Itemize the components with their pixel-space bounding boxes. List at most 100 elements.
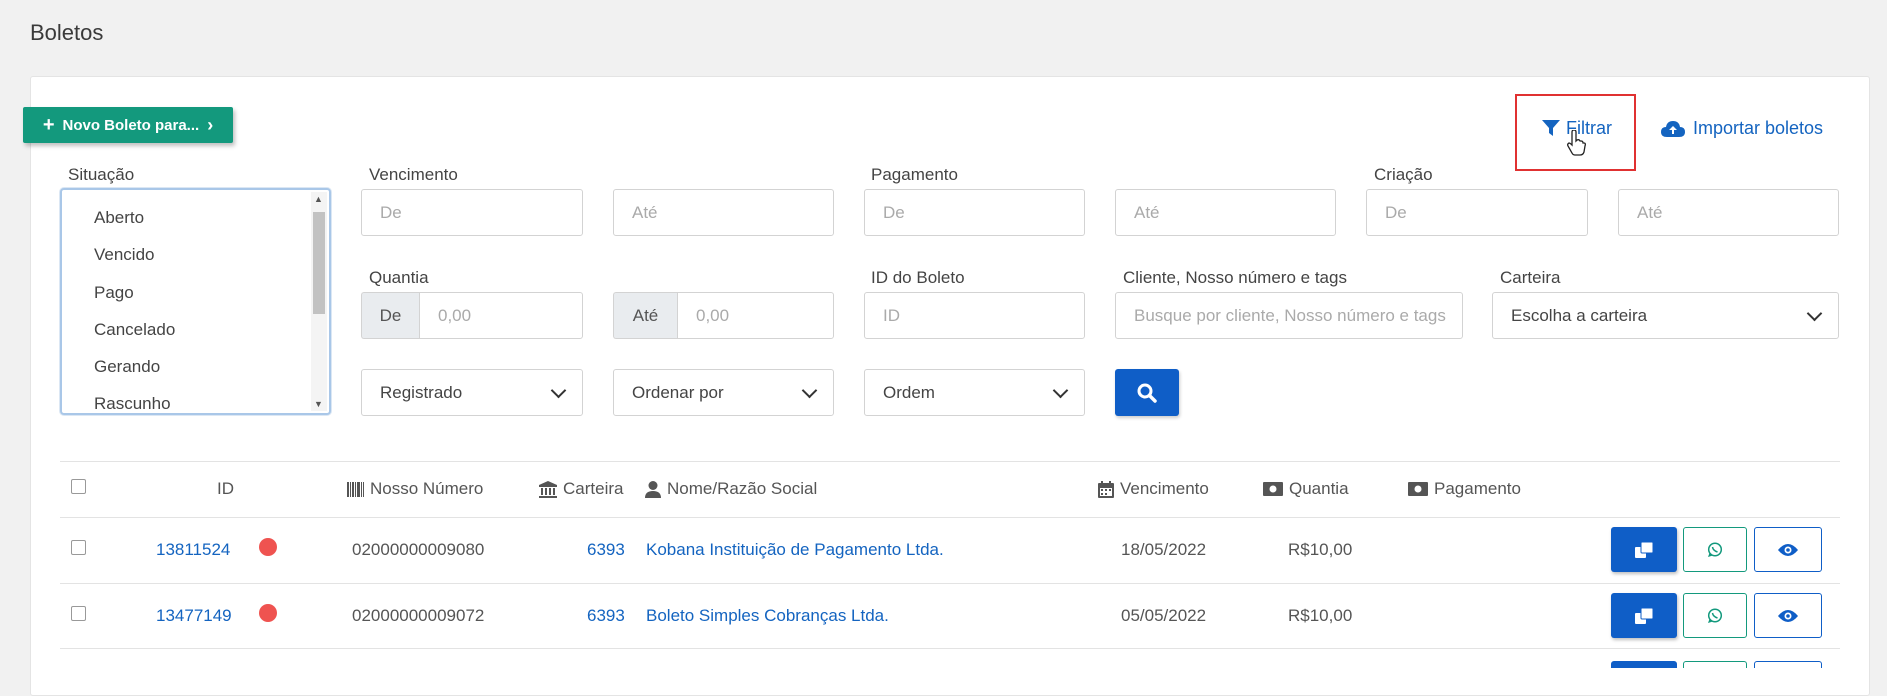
scroll-down-icon[interactable]: ▼ [314,399,323,409]
row-vencimento: 05/05/2022 [1121,606,1207,625]
whatsapp-button[interactable] [1683,527,1747,572]
view-button[interactable] [1754,661,1822,668]
header-pagamento[interactable]: Pagamento [1408,479,1521,499]
copy-button[interactable] [1611,593,1677,638]
header-vencimento[interactable]: Vencimento [1098,479,1209,499]
row-nosso-numero: 02000000009080 [352,540,485,559]
registrado-select-value: Registrado [380,382,463,402]
header-nome-label: Nome/Razão Social [667,479,818,498]
row-nome-link[interactable]: Boleto Simples Cobranças Ltda. [646,606,889,626]
pagamento-from-input[interactable]: De [864,189,1085,236]
row-carteira-link[interactable]: 6393 [587,540,625,560]
quantia-to-addon: Até [613,292,677,339]
header-nosso-numero[interactable]: Nosso Número [347,479,483,499]
carteira-label: Carteira [1500,268,1561,287]
row-divider [60,648,1840,649]
row-checkbox[interactable] [71,606,86,621]
scroll-up-icon[interactable]: ▲ [314,194,323,204]
eye-icon [1778,609,1798,622]
situacao-listbox[interactable]: Aberto Vencido Pago Cancelado Gerando Ra… [60,188,331,415]
ordenar-por-select[interactable]: Ordenar por [613,369,834,416]
new-boleto-button[interactable]: + Novo Boleto para... › [23,107,233,143]
header-carteira-label: Carteira [563,479,624,498]
plus-icon: + [42,114,55,136]
search-button[interactable] [1115,369,1179,416]
user-icon [645,480,661,498]
id-boleto-input[interactable]: ID [864,292,1085,339]
header-nome[interactable]: Nome/Razão Social [645,479,817,499]
row-id-link[interactable]: 13477149 [156,606,232,626]
cliente-search-input[interactable]: Busque por cliente, Nosso número e tags [1115,292,1463,339]
quantia-from-group: De 0,00 [361,292,583,339]
vencimento-label: Vencimento [369,165,458,184]
header-vencimento-label: Vencimento [1120,479,1209,498]
pagamento-to-input[interactable]: Até [1115,189,1336,236]
eye-icon [1778,543,1798,556]
chevron-right-icon: › [207,115,214,135]
whatsapp-button[interactable] [1683,661,1747,668]
quantia-label: Quantia [369,268,429,287]
whatsapp-button[interactable] [1683,593,1747,638]
header-nosso-numero-label: Nosso Número [370,479,484,498]
vencimento-from-input[interactable]: De [361,189,583,236]
scrollbar-thumb[interactable] [313,212,325,314]
carteira-select[interactable]: Escolha a carteira [1492,292,1839,339]
situacao-option[interactable]: Gerando [94,357,160,377]
search-icon [1137,383,1157,403]
import-label: Importar boletos [1693,118,1824,138]
copy-icon [1635,541,1653,558]
situacao-option[interactable]: Cancelado [94,320,175,340]
header-divider [60,517,1840,518]
copy-button[interactable] [1611,527,1677,572]
row-checkbox[interactable] [71,540,86,555]
situacao-label: Situação [68,165,135,184]
calendar-icon [1098,480,1114,498]
whatsapp-icon [1707,607,1723,623]
funnel-icon [1542,120,1560,136]
registrado-select[interactable]: Registrado [361,369,583,416]
listbox-scrollbar[interactable]: ▲ ▼ [311,192,327,411]
criacao-from-input[interactable]: De [1366,189,1588,236]
quantia-from-input[interactable]: 0,00 [419,292,583,339]
quantia-to-input[interactable]: 0,00 [677,292,834,339]
new-boleto-label: Novo Boleto para... [62,116,200,134]
row-nome-link[interactable]: Kobana Instituição de Pagamento Ltda. [646,540,944,560]
situacao-option[interactable]: Aberto [94,208,144,228]
hand-cursor-icon [1567,130,1586,156]
situacao-option[interactable]: Pago [94,283,134,303]
header-quantia[interactable]: Quantia [1263,479,1349,499]
ordem-select[interactable]: Ordem [864,369,1085,416]
row-quantia: R$10,00 [1288,540,1353,559]
header-id[interactable]: ID [217,479,234,499]
criacao-to-input[interactable]: Até [1618,189,1839,236]
view-button[interactable] [1754,527,1822,572]
row-nosso-numero: 02000000009072 [352,606,485,625]
situacao-option[interactable]: Vencido [94,245,155,265]
cliente-label: Cliente, Nosso número e tags [1123,268,1347,287]
vencimento-to-input[interactable]: Até [613,189,834,236]
import-boletos-button[interactable]: Importar boletos [1661,118,1823,139]
money-icon [1263,482,1283,496]
criacao-label: Criação [1374,165,1433,184]
row-carteira-link[interactable]: 6393 [587,606,625,626]
header-pagamento-label: Pagamento [1434,479,1521,498]
page-title: Boletos [30,20,104,45]
quantia-to-group: Até 0,00 [613,292,834,339]
cloud-upload-icon [1661,120,1685,137]
copy-button[interactable] [1611,661,1677,668]
row-id-link[interactable]: 13811524 [156,540,230,560]
chevron-down-icon [801,382,818,398]
money-icon [1408,482,1428,496]
quantia-from-addon: De [361,292,419,339]
select-all-checkbox[interactable] [71,479,86,494]
bank-icon [539,480,557,498]
situacao-option[interactable]: Rascunho [94,394,171,413]
view-button[interactable] [1754,593,1822,638]
ordem-select-value: Ordem [883,382,935,402]
whatsapp-icon [1707,541,1723,557]
row-vencimento: 18/05/2022 [1121,540,1207,559]
pagamento-label: Pagamento [871,165,958,184]
header-carteira[interactable]: Carteira [539,479,623,499]
chevron-down-icon [1806,305,1823,321]
header-quantia-label: Quantia [1289,479,1349,498]
